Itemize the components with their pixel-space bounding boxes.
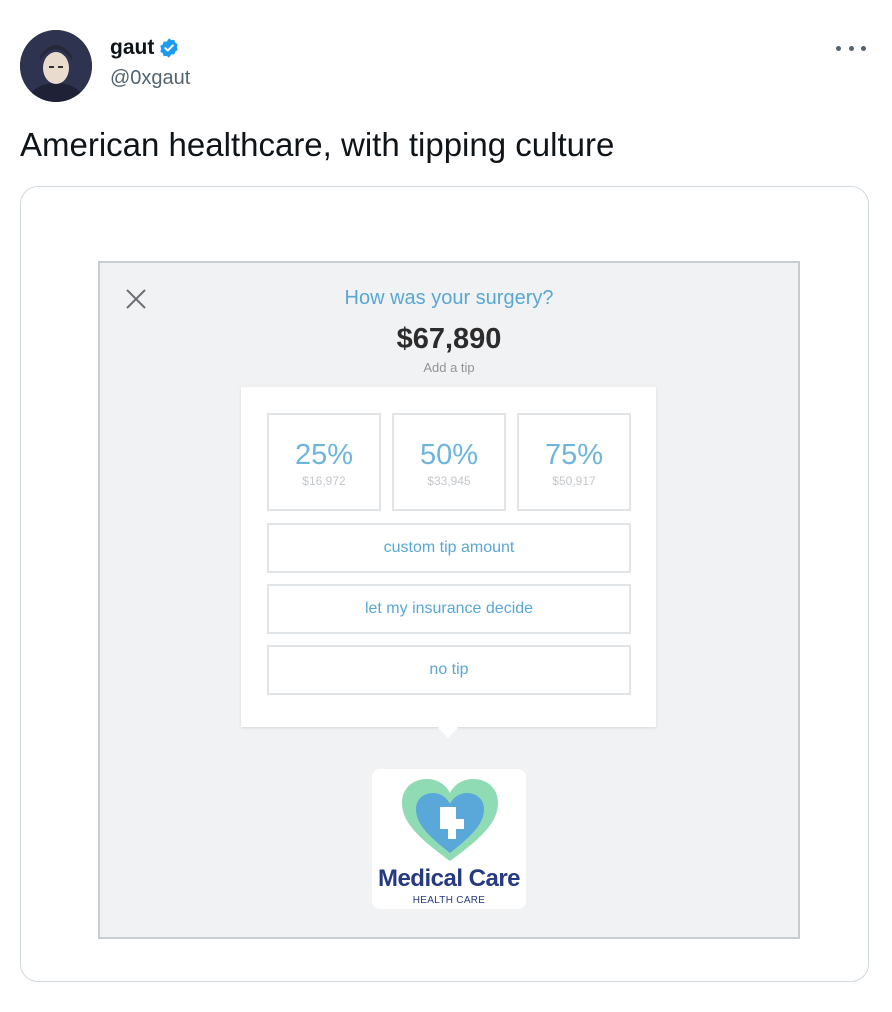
tip-value: $33,945 xyxy=(427,474,471,488)
add-tip-label: Add a tip xyxy=(423,360,475,375)
verified-badge-icon xyxy=(158,37,180,59)
author-avatar[interactable] xyxy=(20,30,92,102)
insurance-decide-button: let my insurance decide xyxy=(267,584,631,634)
logo-title: Medical Care xyxy=(377,865,521,892)
tweet: gaut @0xgaut American healthcare, with t… xyxy=(0,0,892,1012)
tip-value: $16,972 xyxy=(302,474,346,488)
tip-percent: 25% xyxy=(294,439,354,471)
panel-pointer xyxy=(438,718,458,738)
more-dot xyxy=(861,45,866,51)
logo-subtitle: HEALTH CARE xyxy=(412,895,486,906)
no-tip-button: no tip xyxy=(267,645,631,695)
heart-cross-logo-icon xyxy=(402,779,498,861)
author-name-row[interactable]: gaut xyxy=(110,36,180,60)
more-options-icon[interactable] xyxy=(836,38,866,58)
tweet-text: American healthcare, with tipping cultur… xyxy=(20,126,615,163)
tip-percent: 75% xyxy=(544,439,604,471)
bill-amount: $67,890 xyxy=(396,323,502,355)
tip-option-75: 75% $50,917 xyxy=(517,413,631,511)
author-handle[interactable]: @0xgaut xyxy=(110,67,190,90)
more-dot xyxy=(848,45,854,51)
tip-percent: 50% xyxy=(419,439,479,471)
medical-care-logo: Medical Care HEALTH CARE xyxy=(372,769,526,909)
author-name[interactable]: gaut xyxy=(110,36,154,60)
tweet-media[interactable]: How was your surgery? $67,890 Add a tip … xyxy=(20,186,869,982)
tip-screen-image: How was your surgery? $67,890 Add a tip … xyxy=(98,261,800,939)
more-dot xyxy=(836,45,841,51)
avatar-image xyxy=(20,30,92,102)
custom-tip-button: custom tip amount xyxy=(267,523,631,573)
surgery-question: How was your surgery? xyxy=(344,287,554,309)
tip-option-25: 25% $16,972 xyxy=(267,413,381,511)
tip-option-50: 50% $33,945 xyxy=(392,413,506,511)
tip-panel: 25% $16,972 50% $33,945 75% $50,917 cust… xyxy=(241,387,656,738)
tip-value: $50,917 xyxy=(552,474,596,488)
